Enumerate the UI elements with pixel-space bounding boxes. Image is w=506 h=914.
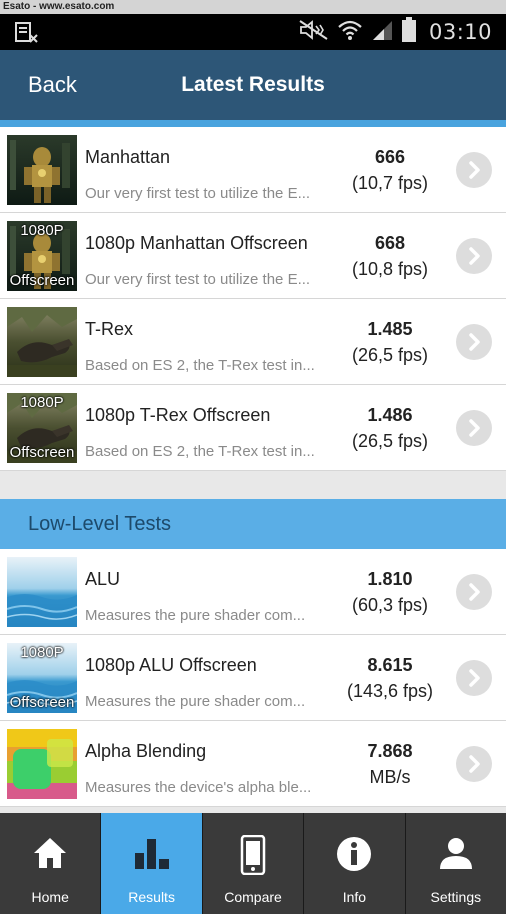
test-title: Alpha Blending <box>85 741 207 761</box>
mute-icon <box>299 20 329 44</box>
tab-label: Settings <box>430 889 482 905</box>
test-score: 7.868 <box>367 741 413 761</box>
result-row[interactable]: Manhattan Our very first test to utilize … <box>0 127 506 213</box>
app-bar: Latest Results Back <box>0 50 506 120</box>
thumbnail-label: Offscreen <box>9 694 75 711</box>
chevron-right-icon[interactable] <box>456 324 492 360</box>
test-description: Measures the pure shader com... <box>85 607 306 624</box>
test-score: 1.810 <box>367 569 413 589</box>
test-thumbnail: 1080P Offscreen <box>7 643 77 713</box>
test-thumbnail: 1080P Offscreen <box>7 393 77 463</box>
test-fps: (10,8 fps) <box>351 259 429 279</box>
test-description: Measures the device's alpha ble... <box>85 779 312 796</box>
tab-label: Info <box>342 889 367 905</box>
screenshot-notification-icon <box>14 21 40 45</box>
signal-icon <box>371 19 393 45</box>
test-title: ALU <box>85 569 121 589</box>
chevron-right-icon[interactable] <box>456 746 492 782</box>
test-score: 666 <box>374 147 406 167</box>
info-icon <box>304 835 404 877</box>
test-fps: (26,5 fps) <box>351 345 429 365</box>
chevron-right-icon[interactable] <box>456 574 492 610</box>
result-row[interactable]: T-Rex Based on ES 2, the T-Rex test in...… <box>0 299 506 385</box>
thumbnail-label: 1080P <box>20 222 64 239</box>
test-title: Manhattan <box>85 147 171 167</box>
test-score: 668 <box>374 233 406 253</box>
result-row[interactable]: ALU Measures the pure shader com... 1.810 (… <box>0 549 506 635</box>
chevron-right-icon[interactable] <box>456 238 492 274</box>
thumbnail-label: 1080P <box>20 644 64 661</box>
test-title: 1080p T-Rex Offscreen <box>85 405 271 425</box>
result-row[interactable]: Alpha Blending Measures the device's alph… <box>0 721 506 807</box>
test-fps: (60,3 fps) <box>351 595 429 615</box>
back-button[interactable]: Back <box>28 50 77 120</box>
home-icon <box>0 835 100 877</box>
tab-settings[interactable]: Settings <box>405 813 506 914</box>
test-description: Our very first test to utilize the E... <box>85 185 311 202</box>
user-icon <box>406 835 506 877</box>
tab-results[interactable]: Results <box>101 813 203 914</box>
test-thumbnail <box>7 307 77 377</box>
test-description: Our very first test to utilize the E... <box>85 271 311 288</box>
bar-chart-icon <box>101 835 201 877</box>
tab-compare[interactable]: Compare <box>202 813 305 914</box>
result-row[interactable]: 1080P Offscreen 1080p Manhattan Offscreen O… <box>0 213 506 299</box>
test-title: T-Rex <box>85 319 134 339</box>
test-title: 1080p Manhattan Offscreen <box>85 233 308 253</box>
test-description: Based on ES 2, the T-Rex test in... <box>85 443 315 460</box>
test-description: Measures the pure shader com... <box>85 693 306 710</box>
test-thumbnail: 1080P Offscreen <box>7 221 77 291</box>
header-accent-strip <box>0 120 506 127</box>
tab-label: Home <box>31 889 69 905</box>
chevron-right-icon[interactable] <box>456 410 492 446</box>
bottom-tab-bar: Home Results Compare Info Settings <box>0 813 506 914</box>
test-thumbnail <box>7 135 77 205</box>
watermark-text: Esato - www.esato.com <box>0 0 506 14</box>
section-header-low-level: Low-Level Tests <box>0 499 506 549</box>
test-title: 1080p ALU Offscreen <box>85 655 257 675</box>
test-thumbnail <box>7 729 77 799</box>
tab-label: Results <box>128 889 175 905</box>
chevron-right-icon[interactable] <box>456 152 492 188</box>
result-row[interactable]: 1080P Offscreen 1080p T-Rex Offscreen Based… <box>0 385 506 471</box>
test-score: 1.485 <box>367 319 413 339</box>
test-description: Based on ES 2, the T-Rex test in... <box>85 357 315 374</box>
thumbnail-label: 1080P <box>20 394 64 411</box>
test-fps: (143,6 fps) <box>346 681 434 701</box>
status-bar: 03:10 <box>0 14 506 50</box>
test-score: 1.486 <box>367 405 413 425</box>
battery-icon <box>401 17 417 47</box>
test-fps: MB/s <box>369 767 411 787</box>
status-time: 03:10 <box>428 20 492 44</box>
tab-info[interactable]: Info <box>304 813 406 914</box>
test-fps: (10,7 fps) <box>351 173 429 193</box>
test-fps: (26,5 fps) <box>351 431 429 451</box>
section-gap <box>0 471 506 499</box>
tab-home[interactable]: Home <box>0 813 102 914</box>
thumbnail-label: Offscreen <box>9 272 75 289</box>
test-thumbnail <box>7 557 77 627</box>
chevron-right-icon[interactable] <box>456 660 492 696</box>
thumbnail-label: Offscreen <box>9 444 75 461</box>
phone-icon <box>203 835 303 877</box>
test-score: 8.615 <box>367 655 413 675</box>
tab-label: Compare <box>224 889 282 905</box>
results-list: Manhattan Our very first test to utilize … <box>0 127 506 807</box>
result-row[interactable]: 1080P Offscreen 1080p ALU Offscreen Measure… <box>0 635 506 721</box>
wifi-icon <box>337 19 363 45</box>
